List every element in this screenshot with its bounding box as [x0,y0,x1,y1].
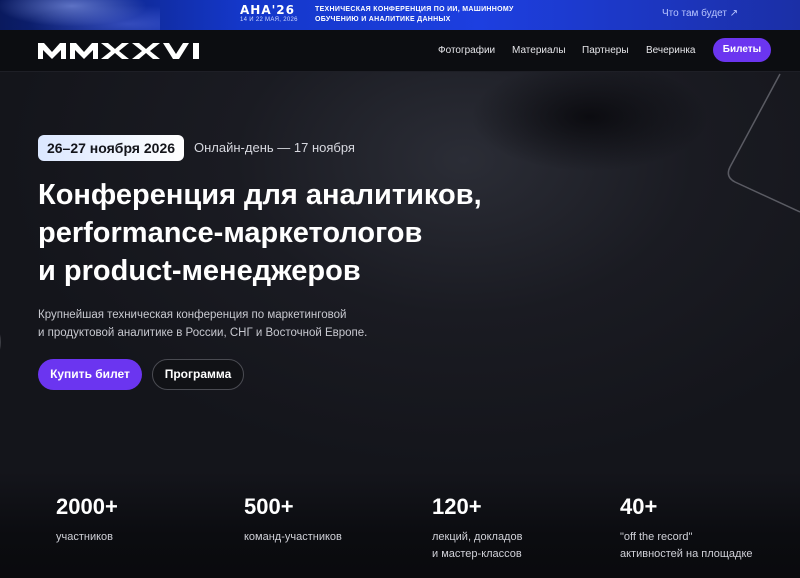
stat-label-line: "off the record" [620,531,693,543]
nav-link-partners[interactable]: Партнеры [582,45,629,56]
hero-subtitle-line: и продуктовой аналитике в России, СНГ и … [38,327,368,339]
stat-label: "off the record" активностей на площадке [620,529,790,563]
stat-value: 500+ [244,494,294,519]
stat-value: 2000+ [56,494,118,519]
nav-link-party[interactable]: Вечеринка [646,45,696,56]
page-title-line: и product-менеджеров [38,255,361,287]
buy-ticket-button[interactable]: Купить билет [38,359,142,390]
stat-value: 40+ [620,494,658,519]
stat-teams: 500+ команд-участников [244,494,414,546]
stat-label: участников [56,529,226,546]
stat-label: команд-участников [244,529,414,546]
hero-section: 26–27 ноября 2026 Онлайн-день — 17 ноябр… [0,72,800,472]
top-nav: Фотографии Материалы Партнеры Вечеринка … [0,30,800,72]
promo-description-line: ТЕХНИЧЕСКАЯ КОНФЕРЕНЦИЯ ПО ИИ, МАШИННОМУ [315,6,514,13]
promo-description-line: ОБУЧЕНИЮ И АНАЛИТИКЕ ДАННЫХ [315,16,451,23]
nav-link-photos[interactable]: Фотографии [438,45,495,56]
hero-subtitle-line: Крупнейшая техническая конференция по ма… [38,309,347,321]
promo-logo: АНА'26 14 И 22 МАЯ, 2026 [240,4,304,26]
site-logo[interactable] [38,43,204,59]
stat-label-line: лекций, докладов [432,531,523,543]
stat-value: 120+ [432,494,482,519]
stat-activities: 40+ "off the record" активностей на площ… [620,494,790,563]
promo-link[interactable]: Что там будет ↗ [662,8,738,19]
promo-banner[interactable]: АНА'26 14 И 22 МАЯ, 2026 ТЕХНИЧЕСКАЯ КОН… [0,0,800,30]
tickets-button[interactable]: Билеты [713,38,771,62]
promo-banner-image [0,0,160,30]
page-title: Конференция для аналитиков, performance-… [38,176,598,290]
stat-label-line: активностей на площадке [620,548,753,560]
triangle-outline-decoration [727,73,800,213]
stat-label: лекций, докладов и мастер-классов [432,529,602,563]
stat-label-line: команд-участников [244,531,342,543]
arc-decoration [0,334,1,350]
stat-label-line: и мастер-классов [432,548,522,560]
event-dates-badge: 26–27 ноября 2026 [38,135,184,161]
hero-subtitle: Крупнейшая техническая конференция по ма… [38,306,438,342]
page-title-line: performance-маркетологов [38,217,423,249]
hero-background-shape [470,72,710,172]
online-day-text: Онлайн-день — 17 ноября [194,140,355,155]
page-title-line: Конференция для аналитиков, [38,179,482,211]
stats-section: 2000+ участников 500+ команд-участников … [0,472,800,578]
stat-talks: 120+ лекций, докладов и мастер-классов [432,494,602,563]
promo-logo-text: АНА'26 [240,3,295,17]
stat-label-line: участников [56,531,114,543]
nav-link-materials[interactable]: Материалы [512,45,566,56]
program-button[interactable]: Программа [152,359,244,390]
promo-dates: 14 И 22 МАЯ, 2026 [240,17,298,23]
promo-description: ТЕХНИЧЕСКАЯ КОНФЕРЕНЦИЯ ПО ИИ, МАШИННОМУ… [315,5,565,25]
stat-participants: 2000+ участников [56,494,226,546]
